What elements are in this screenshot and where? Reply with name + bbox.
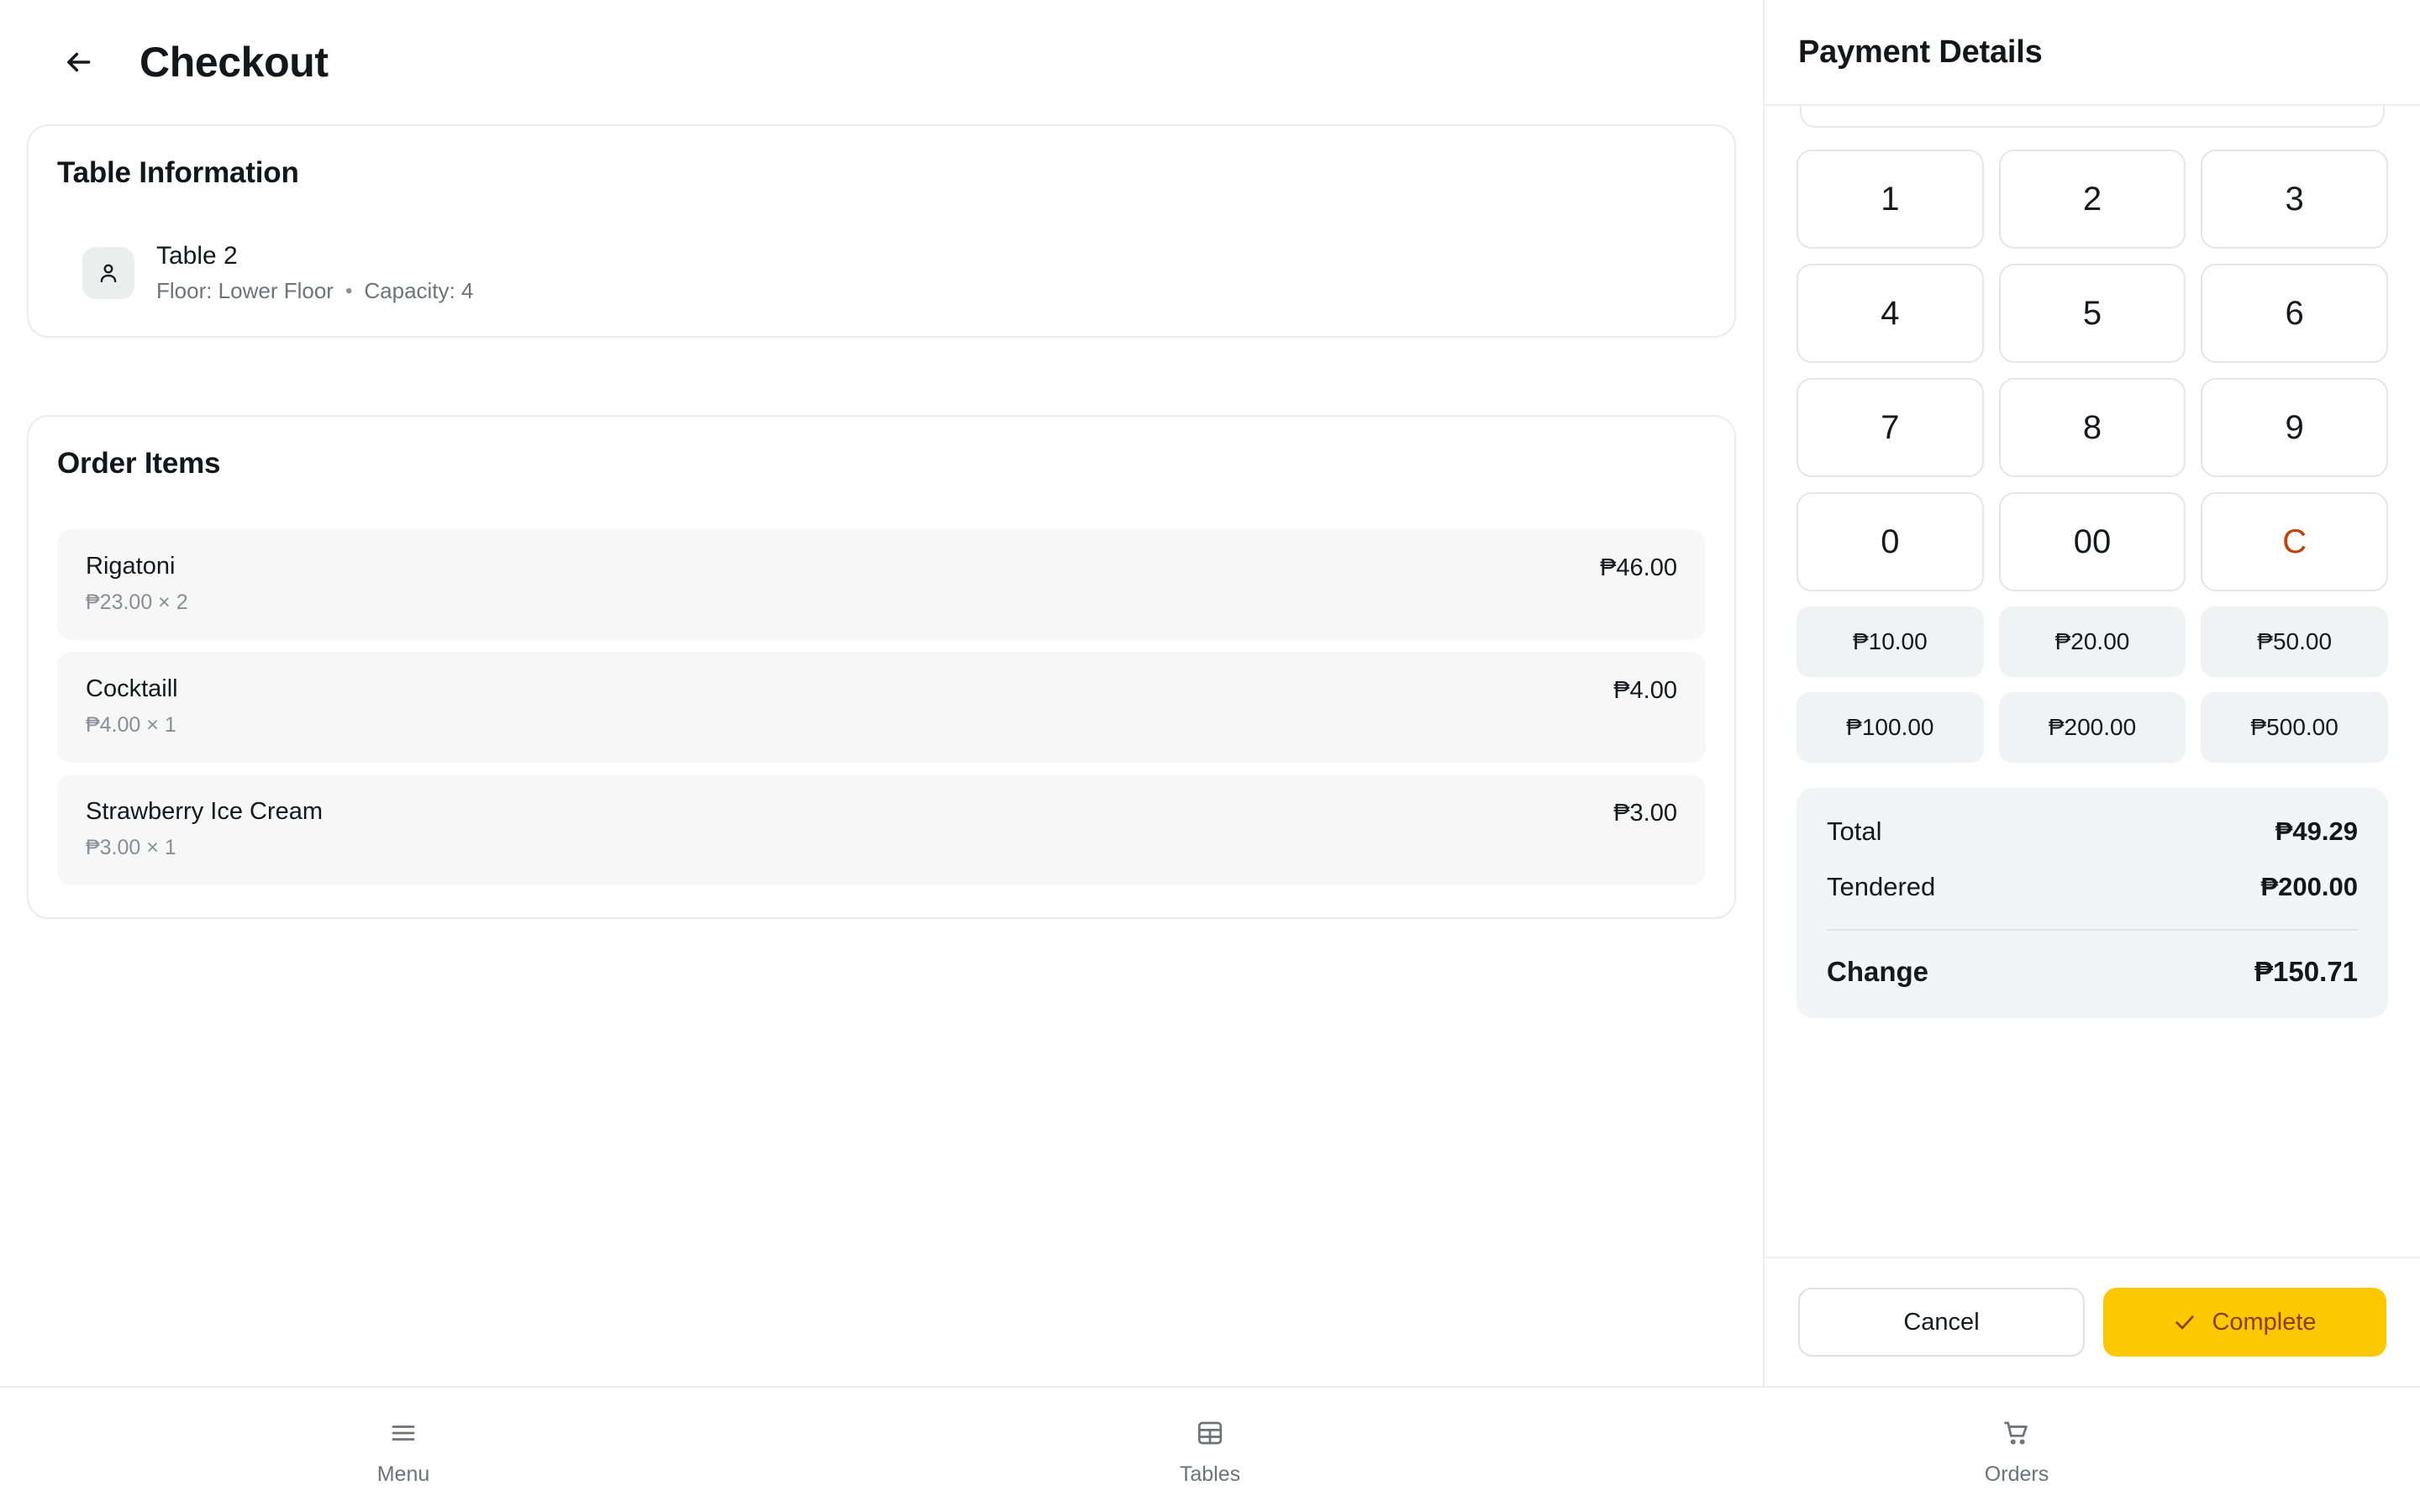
nav-label-orders: Orders: [1984, 1462, 2049, 1486]
table-capacity: Capacity: 4: [364, 278, 474, 303]
table-grid-icon: [1195, 1414, 1225, 1452]
quick-amount-100[interactable]: ₱100.00: [1797, 692, 1984, 763]
keypad-key-4[interactable]: 4: [1797, 264, 1984, 363]
tendered-label: Tendered: [1827, 872, 1936, 901]
amount-input-field[interactable]: [1800, 106, 2385, 128]
check-icon: [2173, 1310, 2196, 1334]
order-item-total: ₱3.00: [1613, 800, 1677, 827]
keypad-clear-button[interactable]: C: [2201, 492, 2388, 591]
payment-details-header: Payment Details: [1765, 0, 2420, 104]
order-items-title: Order Items: [57, 447, 221, 480]
summary-total-row: Total ₱49.29: [1827, 816, 2358, 847]
order-item-unit-line: ₱4.00 × 1: [86, 713, 176, 737]
order-item-row[interactable]: Cocktaill ₱4.00 × 1 ₱4.00: [57, 652, 1706, 763]
arrow-left-icon: [62, 46, 94, 78]
keypad-key-6[interactable]: 6: [2201, 264, 2388, 363]
order-item-name: Rigatoni: [86, 553, 176, 580]
tendered-value: ₱200.00: [2260, 872, 2359, 901]
quick-amount-500[interactable]: ₱500.00: [2201, 692, 2388, 763]
payment-details-panel: Payment Details 1 2 3 4 5 6 7 8 9 0 00 C…: [1763, 0, 2420, 1386]
keypad-key-0[interactable]: 0: [1797, 492, 1984, 591]
order-item-info: Cocktaill ₱4.00 × 1: [86, 675, 178, 738]
nav-item-menu[interactable]: Menu: [0, 1414, 807, 1487]
cancel-button[interactable]: Cancel: [1798, 1288, 2085, 1357]
checkout-content-scroll[interactable]: Table Information Table 2 Floor: Lower F: [0, 124, 1763, 1386]
nav-item-orders[interactable]: Orders: [1613, 1414, 2420, 1487]
table-floor: Floor: Lower Floor: [156, 278, 334, 303]
summary-divider: [1827, 929, 2358, 931]
order-item-total: ₱4.00: [1613, 677, 1677, 704]
table-meta: Table 2 Floor: Lower Floor • Capacity: 4: [156, 242, 473, 304]
change-label: Change: [1827, 956, 1929, 987]
table-sub-line: Floor: Lower Floor • Capacity: 4: [156, 278, 473, 304]
keypad-key-8[interactable]: 8: [1998, 378, 2186, 477]
keypad-key-9[interactable]: 9: [2201, 378, 2388, 477]
bottom-navigation: Menu Tables Orders: [0, 1386, 2420, 1512]
complete-button-label: Complete: [2212, 1308, 2317, 1336]
checkout-screen: Checkout Table Information Table 2 Floor…: [0, 0, 2420, 1512]
order-item-info: Rigatoni ₱23.00 × 2: [86, 553, 188, 615]
person-icon: [82, 247, 134, 299]
checkout-left-panel: Checkout Table Information Table 2 Floor…: [0, 0, 1763, 1386]
total-label: Total: [1827, 816, 1882, 846]
quick-amount-10[interactable]: ₱10.00: [1797, 606, 1984, 677]
total-value: ₱49.29: [2275, 816, 2358, 846]
table-information-title: Table Information: [57, 156, 299, 189]
quick-amount-grid: ₱10.00 ₱20.00 ₱50.00 ₱100.00 ₱200.00 ₱50…: [1797, 606, 2388, 763]
back-button[interactable]: [50, 34, 106, 90]
payment-actions: Cancel Complete: [1765, 1258, 2420, 1386]
payment-details-title: Payment Details: [1798, 34, 2043, 70]
order-item-unit-line: ₱23.00 × 2: [86, 591, 188, 614]
payment-scroll-area[interactable]: 1 2 3 4 5 6 7 8 9 0 00 C ₱10.00 ₱20.00 ₱…: [1765, 104, 2420, 1258]
keypad-key-3[interactable]: 3: [2201, 150, 2388, 249]
order-item-total: ₱46.00: [1600, 554, 1677, 581]
page-topbar: Checkout: [0, 0, 1763, 124]
page-title: Checkout: [139, 39, 329, 86]
nav-label-menu: Menu: [376, 1462, 430, 1486]
quick-amount-200[interactable]: ₱200.00: [1998, 692, 2186, 763]
summary-change-row: Change ₱150.71: [1827, 956, 2358, 988]
hamburger-menu-icon: [388, 1414, 418, 1452]
keypad-key-7[interactable]: 7: [1797, 378, 1984, 477]
order-item-name: Cocktaill: [86, 675, 178, 702]
order-item-row[interactable]: Strawberry Ice Cream ₱3.00 × 1 ₱3.00: [57, 774, 1706, 885]
order-item-name: Strawberry Ice Cream: [86, 798, 324, 825]
order-items-list: Rigatoni ₱23.00 × 2 ₱46.00 Cocktaill ₱4.…: [57, 529, 1706, 885]
summary-tendered-row: Tendered ₱200.00: [1827, 872, 2358, 902]
keypad-key-00[interactable]: 00: [1998, 492, 2186, 591]
separator-dot: •: [345, 279, 353, 302]
quick-amount-50[interactable]: ₱50.00: [2201, 606, 2388, 677]
table-information-card: Table Information Table 2 Floor: Lower F: [27, 124, 1736, 338]
nav-item-tables[interactable]: Tables: [807, 1414, 1613, 1487]
keypad-key-2[interactable]: 2: [1998, 150, 2186, 249]
change-value: ₱150.71: [2254, 956, 2358, 987]
order-item-info: Strawberry Ice Cream ₱3.00 × 1: [86, 798, 323, 860]
order-items-card: Order Items Rigatoni ₱23.00 × 2 ₱46.00 C…: [27, 415, 1736, 919]
shopping-cart-icon: [2002, 1414, 2032, 1452]
table-summary-row: Table 2 Floor: Lower Floor • Capacity: 4: [57, 242, 1706, 304]
main-body: Checkout Table Information Table 2 Floor…: [0, 0, 2420, 1386]
order-item-unit-line: ₱3.00 × 1: [86, 836, 176, 859]
order-item-row[interactable]: Rigatoni ₱23.00 × 2 ₱46.00: [57, 529, 1706, 640]
table-name: Table 2: [156, 242, 238, 270]
keypad-key-1[interactable]: 1: [1797, 150, 1984, 249]
payment-summary: Total ₱49.29 Tendered ₱200.00 Change ₱15…: [1797, 788, 2388, 1018]
complete-button[interactable]: Complete: [2103, 1288, 2386, 1357]
numeric-keypad: 1 2 3 4 5 6 7 8 9 0 00 C: [1797, 150, 2388, 591]
keypad-key-5[interactable]: 5: [1998, 264, 2186, 363]
quick-amount-20[interactable]: ₱20.00: [1998, 606, 2186, 677]
nav-label-tables: Tables: [1179, 1462, 1241, 1486]
